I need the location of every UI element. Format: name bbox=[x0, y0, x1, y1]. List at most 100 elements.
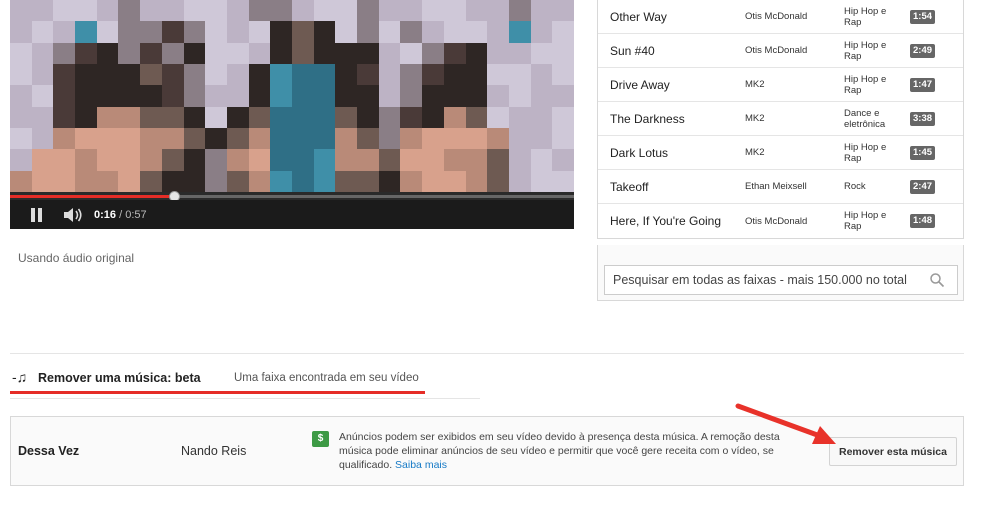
learn-more-link[interactable]: Saiba mais bbox=[395, 459, 447, 471]
video-pixel bbox=[10, 0, 32, 22]
video-pixel bbox=[487, 64, 509, 86]
video-pixel bbox=[357, 0, 379, 22]
track-row[interactable]: Here, If You're Going Otis McDonald Hip … bbox=[598, 204, 963, 238]
video-pixel bbox=[292, 128, 314, 150]
video-pixel bbox=[292, 42, 314, 64]
video-pixel bbox=[313, 106, 336, 128]
track-duration: 1:54 bbox=[910, 9, 936, 24]
video-pixel bbox=[552, 0, 574, 22]
search-input[interactable] bbox=[604, 265, 958, 295]
video-pixel bbox=[53, 64, 76, 86]
video-pixel bbox=[530, 85, 553, 107]
video-pixel bbox=[508, 106, 531, 128]
video-pixel bbox=[378, 21, 401, 43]
video-pixel bbox=[226, 128, 249, 150]
video-pixel bbox=[226, 85, 249, 107]
video-pixel bbox=[75, 42, 97, 64]
track-artist: MK2 bbox=[745, 147, 765, 158]
video-pixel bbox=[31, 170, 54, 192]
video-pixel bbox=[508, 85, 531, 107]
video-pixel bbox=[161, 42, 184, 64]
video-pixel bbox=[226, 170, 249, 192]
video-pixel bbox=[487, 106, 509, 128]
video-pixel bbox=[487, 149, 509, 171]
video-pixel bbox=[465, 0, 488, 22]
video-pixel bbox=[378, 149, 401, 171]
video-pixel bbox=[465, 64, 488, 86]
video-pixel bbox=[530, 128, 553, 150]
time-separator: / bbox=[116, 208, 126, 221]
video-pixel bbox=[31, 0, 54, 22]
progress-fill bbox=[10, 195, 175, 198]
track-row[interactable]: Other Way Otis McDonald Hip Hop e Rap 1:… bbox=[598, 0, 963, 34]
track-duration: 1:47 bbox=[910, 77, 936, 92]
volume-icon[interactable] bbox=[62, 207, 84, 223]
video-pixel bbox=[313, 21, 336, 43]
video-pixel bbox=[183, 170, 206, 192]
video-pixel bbox=[552, 42, 574, 64]
video-pixel bbox=[313, 0, 336, 22]
video-pixel bbox=[10, 21, 32, 43]
track-row[interactable]: The Darkness MK2 Dance e eletrônica 3:38 bbox=[598, 102, 963, 136]
video-pixel bbox=[140, 149, 162, 171]
video-pixel bbox=[205, 128, 227, 150]
video-pixel bbox=[183, 42, 206, 64]
video-pixel bbox=[292, 85, 314, 107]
video-pixel bbox=[335, 128, 358, 150]
track-row[interactable]: Drive Away MK2 Hip Hop e Rap 1:47 bbox=[598, 68, 963, 102]
track-row[interactable]: Takeoff Ethan Meixsell Rock 2:47 bbox=[598, 170, 963, 204]
video-pixel bbox=[31, 128, 54, 150]
video-pixel bbox=[552, 85, 574, 107]
search-panel bbox=[597, 245, 964, 301]
video-pixel bbox=[10, 128, 32, 150]
track-row[interactable]: Sun #40 Otis McDonald Hip Hop e Rap 2:49 bbox=[598, 34, 963, 68]
video-pixel bbox=[75, 149, 97, 171]
video-pixel bbox=[313, 149, 336, 171]
video-pixel bbox=[552, 170, 574, 192]
video-pixel bbox=[465, 42, 488, 64]
video-pixel bbox=[335, 42, 358, 64]
video-pixel bbox=[270, 64, 292, 86]
video-pixel bbox=[270, 0, 292, 22]
track-artist: MK2 bbox=[745, 79, 765, 90]
video-pixel bbox=[292, 106, 314, 128]
video-player[interactable]: 0:16 / 0:57 bbox=[10, 0, 574, 229]
video-pixel bbox=[443, 128, 466, 150]
video-pixel bbox=[487, 170, 509, 192]
video-pixel bbox=[183, 149, 206, 171]
video-pixel bbox=[357, 64, 379, 86]
video-pixel bbox=[313, 170, 336, 192]
video-pixel bbox=[118, 149, 141, 171]
video-pixel bbox=[31, 42, 54, 64]
video-pixel bbox=[443, 64, 466, 86]
video-pixel bbox=[552, 64, 574, 86]
video-pixel bbox=[378, 42, 401, 64]
video-pixel bbox=[183, 64, 206, 86]
search-icon[interactable] bbox=[929, 272, 945, 288]
video-pixel bbox=[205, 42, 227, 64]
video-pixel bbox=[422, 0, 444, 22]
video-pixel bbox=[443, 85, 466, 107]
video-pixel bbox=[422, 42, 444, 64]
video-pixel bbox=[400, 128, 423, 150]
pause-icon[interactable] bbox=[30, 207, 44, 222]
video-pixel bbox=[422, 85, 444, 107]
video-pixel bbox=[96, 64, 119, 86]
remove-music-button[interactable]: Remover esta música bbox=[829, 437, 957, 466]
video-pixel bbox=[140, 0, 162, 22]
video-pixel bbox=[378, 106, 401, 128]
video-pixel bbox=[75, 0, 97, 22]
video-pixel bbox=[400, 106, 423, 128]
track-row[interactable]: Dark Lotus MK2 Hip Hop e Rap 1:45 bbox=[598, 136, 963, 170]
video-pixel bbox=[487, 21, 509, 43]
track-genre: Hip Hop e Rap bbox=[844, 39, 887, 62]
video-frame[interactable] bbox=[10, 0, 574, 192]
time-display: 0:16 / 0:57 bbox=[94, 209, 147, 221]
video-pixel bbox=[140, 21, 162, 43]
video-pixel bbox=[335, 106, 358, 128]
progress-bar[interactable] bbox=[10, 191, 574, 202]
video-pixel bbox=[465, 128, 488, 150]
video-pixel bbox=[487, 42, 509, 64]
track-title: Here, If You're Going bbox=[610, 214, 722, 228]
video-pixel bbox=[96, 170, 119, 192]
